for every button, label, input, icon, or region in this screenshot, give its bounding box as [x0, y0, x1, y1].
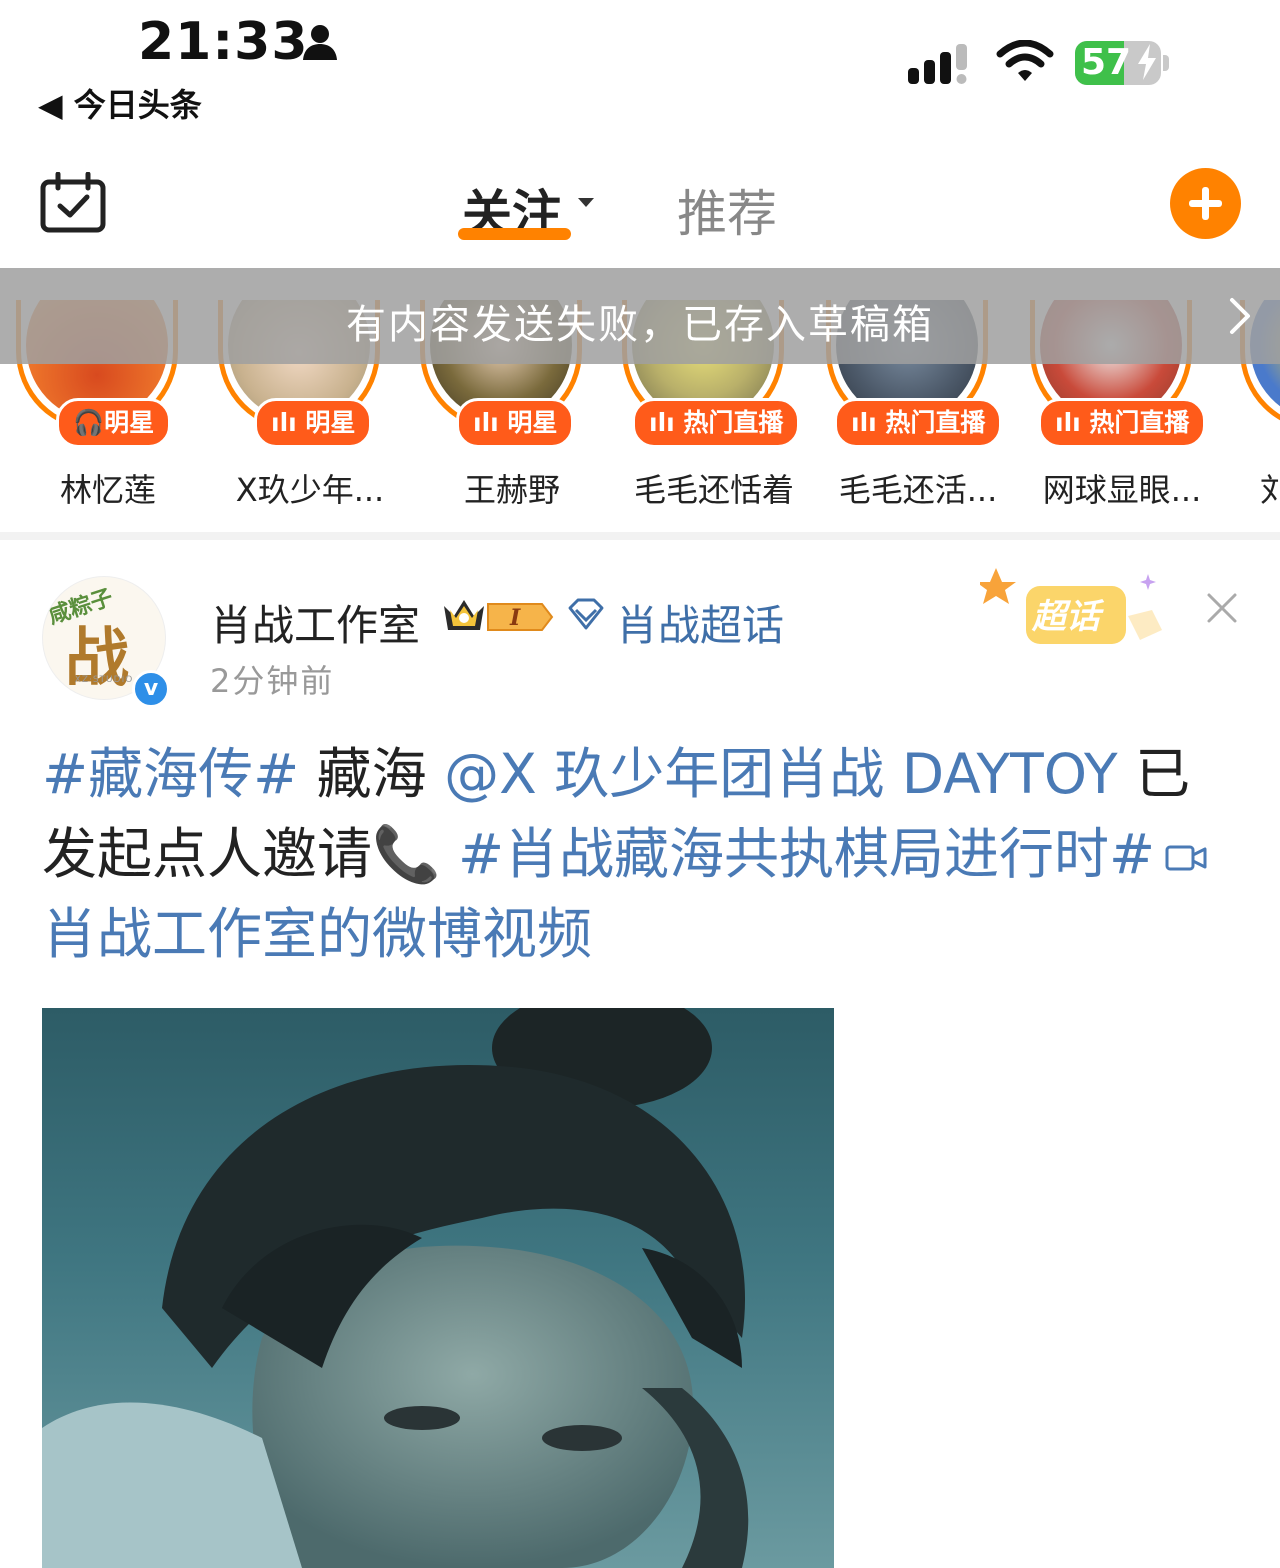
story-badge: 🎧明星	[56, 398, 172, 448]
diamond-icon	[568, 598, 604, 630]
section-divider	[0, 532, 1280, 540]
active-tab-indicator	[458, 228, 571, 240]
live-bars-icon: ılı	[1055, 408, 1090, 437]
tab-recommend[interactable]: 推荐	[677, 174, 777, 246]
supertopic-badge-text: 超话	[1031, 597, 1105, 637]
story-name: 林忆莲	[59, 471, 156, 509]
chevron-down-icon[interactable]	[578, 198, 594, 207]
live-bars-icon: ılı	[473, 408, 508, 437]
hashtag-link[interactable]: #肖战藏海共执棋局进行时#	[458, 822, 1155, 886]
story-badge: ılı 热门直播	[834, 398, 1003, 448]
battery-indicator: 57	[1075, 41, 1161, 85]
feed-post: 咸粽子 战 XZ·STUDIO v 肖战工作室 I 肖战超话 2分钟前 超话 #…	[0, 540, 1280, 1568]
hashtag-link[interactable]: #藏海传#	[42, 742, 299, 806]
back-to-app-link[interactable]: ◀ 今日头条	[38, 80, 202, 126]
avatar-character: 战	[65, 622, 129, 696]
verified-icon: v	[132, 670, 170, 708]
live-bars-icon: ılı	[851, 408, 886, 437]
supertopic-link[interactable]: 肖战超话	[616, 592, 784, 653]
post-timestamp: 2分钟前	[210, 662, 335, 700]
status-time: 21:33	[138, 12, 309, 72]
crown-member-badge-icon: I	[444, 600, 554, 631]
battery-tip	[1163, 55, 1169, 71]
close-icon[interactable]	[1206, 592, 1238, 624]
battery-level-text: 57	[1081, 42, 1132, 83]
supertopic-sticker-icon[interactable]: 超话	[980, 566, 1180, 658]
video-still-image	[42, 1008, 749, 1568]
wifi-icon	[996, 40, 1054, 81]
person-icon	[303, 25, 337, 60]
live-bars-icon: ılı	[271, 408, 306, 437]
headphone-icon: 🎧	[73, 408, 105, 437]
story-name: 刘	[1260, 471, 1280, 509]
chevron-right-icon	[1230, 298, 1250, 334]
story-name: 毛毛还恬着	[633, 471, 794, 509]
story-badge: ılı 明星	[456, 398, 575, 448]
status-bar: 21:33 ◀ 今日头条 57	[0, 0, 1280, 130]
charging-bolt-icon	[1138, 44, 1156, 80]
story-badge: ılı 明星	[254, 398, 373, 448]
calendar-check-icon[interactable]	[40, 172, 106, 234]
top-nav: 关注 推荐	[0, 150, 1280, 260]
cellular-signal-icon	[908, 44, 967, 84]
video-icon	[1165, 845, 1207, 871]
story-name: 王赫野	[463, 471, 560, 509]
author-name[interactable]: 肖战工作室	[210, 592, 420, 653]
post-text-segment: 藏海	[299, 742, 445, 806]
live-bars-icon: ılı	[649, 408, 684, 437]
story-name: 网球显眼...	[1042, 471, 1202, 509]
story-badge: ılı 热门直播	[1038, 398, 1207, 448]
member-level-text: I	[509, 605, 521, 631]
post-text: #藏海传# 藏海 @X 玖少年团肖战 DAYTOY 已发起点人邀请📞 #肖战藏海…	[42, 734, 1242, 974]
video-link[interactable]: 肖战工作室的微博视频	[42, 902, 592, 966]
story-name: 毛毛还活...	[838, 471, 998, 509]
story-badge: ılı 热门直播	[632, 398, 801, 448]
banner-text: 有内容发送失败，已存入草稿箱	[346, 302, 934, 348]
draft-saved-banner[interactable]: 有内容发送失败，已存入草稿箱	[0, 268, 1280, 364]
post-video-thumbnail[interactable]	[42, 1008, 834, 1568]
add-post-button[interactable]	[1170, 168, 1241, 239]
mention-link[interactable]: @X 玖少年团肖战 DAYTOY	[444, 742, 1117, 806]
story-name: X玖少年...	[235, 471, 385, 509]
